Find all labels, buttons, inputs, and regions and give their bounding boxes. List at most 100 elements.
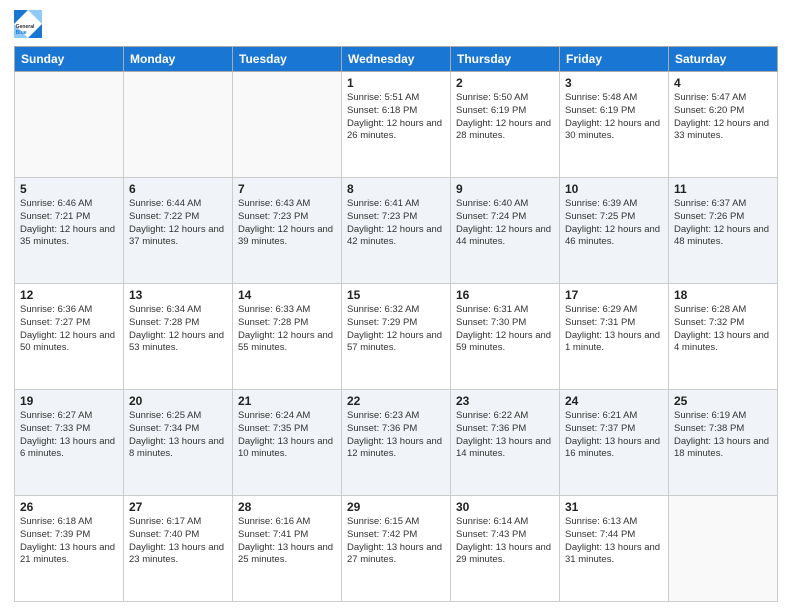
calendar-cell: [124, 72, 233, 178]
day-info: Sunrise: 6:43 AM Sunset: 7:23 PM Dayligh…: [238, 198, 336, 249]
svg-text:General: General: [16, 24, 35, 30]
day-info: Sunrise: 6:18 AM Sunset: 7:39 PM Dayligh…: [20, 516, 118, 567]
day-info: Sunrise: 6:33 AM Sunset: 7:28 PM Dayligh…: [238, 304, 336, 355]
calendar-cell: 27 Sunrise: 6:17 AM Sunset: 7:40 PM Dayli…: [124, 496, 233, 602]
day-number: 6: [129, 182, 227, 196]
header: GeneralBlue: [14, 10, 778, 38]
weekday-header-monday: Monday: [124, 47, 233, 72]
day-number: 19: [20, 394, 118, 408]
day-number: 9: [456, 182, 554, 196]
logo-icon: GeneralBlue: [14, 10, 42, 38]
day-info: Sunrise: 6:29 AM Sunset: 7:31 PM Dayligh…: [565, 304, 663, 355]
calendar-cell: 11 Sunrise: 6:37 AM Sunset: 7:26 PM Dayli…: [669, 178, 778, 284]
calendar-cell: 30 Sunrise: 6:14 AM Sunset: 7:43 PM Dayli…: [451, 496, 560, 602]
day-number: 25: [674, 394, 772, 408]
day-info: Sunrise: 6:22 AM Sunset: 7:36 PM Dayligh…: [456, 410, 554, 461]
calendar-cell: 22 Sunrise: 6:23 AM Sunset: 7:36 PM Dayli…: [342, 390, 451, 496]
day-info: Sunrise: 6:17 AM Sunset: 7:40 PM Dayligh…: [129, 516, 227, 567]
calendar-cell: 10 Sunrise: 6:39 AM Sunset: 7:25 PM Dayli…: [560, 178, 669, 284]
day-info: Sunrise: 5:47 AM Sunset: 6:20 PM Dayligh…: [674, 92, 772, 143]
calendar-cell: 28 Sunrise: 6:16 AM Sunset: 7:41 PM Dayli…: [233, 496, 342, 602]
day-info: Sunrise: 5:51 AM Sunset: 6:18 PM Dayligh…: [347, 92, 445, 143]
calendar-cell: 14Sunrise: 6:33 AM Sunset: 7:28 PM Dayli…: [233, 284, 342, 390]
weekday-header-saturday: Saturday: [669, 47, 778, 72]
calendar-cell: 21 Sunrise: 6:24 AM Sunset: 7:35 PM Dayli…: [233, 390, 342, 496]
calendar-cell: 29 Sunrise: 6:15 AM Sunset: 7:42 PM Dayli…: [342, 496, 451, 602]
calendar-cell: 4 Sunrise: 5:47 AM Sunset: 6:20 PM Daylig…: [669, 72, 778, 178]
day-info: Sunrise: 6:32 AM Sunset: 7:29 PM Dayligh…: [347, 304, 445, 355]
day-info: Sunrise: 6:14 AM Sunset: 7:43 PM Dayligh…: [456, 516, 554, 567]
calendar-cell: 5 Sunrise: 6:46 AM Sunset: 7:21 PM Daylig…: [15, 178, 124, 284]
day-info: Sunrise: 6:34 AM Sunset: 7:28 PM Dayligh…: [129, 304, 227, 355]
day-number: 13: [129, 288, 227, 302]
day-number: 16: [456, 288, 554, 302]
day-number: 26: [20, 500, 118, 514]
week-row-1: 1 Sunrise: 5:51 AM Sunset: 6:18 PM Daylig…: [15, 72, 778, 178]
day-number: 15: [347, 288, 445, 302]
calendar-cell: 7Sunrise: 6:43 AM Sunset: 7:23 PM Daylig…: [233, 178, 342, 284]
calendar-cell: 23Sunrise: 6:22 AM Sunset: 7:36 PM Dayli…: [451, 390, 560, 496]
day-number: 1: [347, 76, 445, 90]
day-number: 4: [674, 76, 772, 90]
day-info: Sunrise: 6:46 AM Sunset: 7:21 PM Dayligh…: [20, 198, 118, 249]
weekday-header-tuesday: Tuesday: [233, 47, 342, 72]
calendar-cell: 17 Sunrise: 6:29 AM Sunset: 7:31 PM Dayli…: [560, 284, 669, 390]
day-info: Sunrise: 6:25 AM Sunset: 7:34 PM Dayligh…: [129, 410, 227, 461]
day-info: Sunrise: 5:48 AM Sunset: 6:19 PM Dayligh…: [565, 92, 663, 143]
day-info: Sunrise: 6:16 AM Sunset: 7:41 PM Dayligh…: [238, 516, 336, 567]
weekday-header-friday: Friday: [560, 47, 669, 72]
calendar-cell: 24Sunrise: 6:21 AM Sunset: 7:37 PM Dayli…: [560, 390, 669, 496]
day-number: 21: [238, 394, 336, 408]
day-info: Sunrise: 6:21 AM Sunset: 7:37 PM Dayligh…: [565, 410, 663, 461]
day-info: Sunrise: 6:24 AM Sunset: 7:35 PM Dayligh…: [238, 410, 336, 461]
day-number: 17: [565, 288, 663, 302]
day-number: 27: [129, 500, 227, 514]
logo: GeneralBlue: [14, 10, 46, 38]
day-number: 28: [238, 500, 336, 514]
calendar-cell: 12 Sunrise: 6:36 AM Sunset: 7:27 PM Dayli…: [15, 284, 124, 390]
day-number: 11: [674, 182, 772, 196]
week-row-2: 5 Sunrise: 6:46 AM Sunset: 7:21 PM Daylig…: [15, 178, 778, 284]
day-info: Sunrise: 6:27 AM Sunset: 7:33 PM Dayligh…: [20, 410, 118, 461]
calendar-cell: 15 Sunrise: 6:32 AM Sunset: 7:29 PM Dayli…: [342, 284, 451, 390]
day-number: 5: [20, 182, 118, 196]
day-info: Sunrise: 6:19 AM Sunset: 7:38 PM Dayligh…: [674, 410, 772, 461]
day-number: 30: [456, 500, 554, 514]
week-row-5: 26 Sunrise: 6:18 AM Sunset: 7:39 PM Dayli…: [15, 496, 778, 602]
day-number: 10: [565, 182, 663, 196]
calendar-cell: 16 Sunrise: 6:31 AM Sunset: 7:30 PM Dayli…: [451, 284, 560, 390]
calendar-cell: 31 Sunrise: 6:13 AM Sunset: 7:44 PM Dayli…: [560, 496, 669, 602]
weekday-header-thursday: Thursday: [451, 47, 560, 72]
calendar-cell: [15, 72, 124, 178]
calendar-cell: 8Sunrise: 6:41 AM Sunset: 7:23 PM Daylig…: [342, 178, 451, 284]
day-info: Sunrise: 6:23 AM Sunset: 7:36 PM Dayligh…: [347, 410, 445, 461]
weekday-header-sunday: Sunday: [15, 47, 124, 72]
day-number: 12: [20, 288, 118, 302]
day-info: Sunrise: 6:31 AM Sunset: 7:30 PM Dayligh…: [456, 304, 554, 355]
calendar-cell: 9 Sunrise: 6:40 AM Sunset: 7:24 PM Daylig…: [451, 178, 560, 284]
day-info: Sunrise: 6:39 AM Sunset: 7:25 PM Dayligh…: [565, 198, 663, 249]
day-number: 31: [565, 500, 663, 514]
day-info: Sunrise: 6:15 AM Sunset: 7:42 PM Dayligh…: [347, 516, 445, 567]
calendar-cell: 20 Sunrise: 6:25 AM Sunset: 7:34 PM Dayli…: [124, 390, 233, 496]
calendar-cell: 6 Sunrise: 6:44 AM Sunset: 7:22 PM Daylig…: [124, 178, 233, 284]
calendar-cell: 26 Sunrise: 6:18 AM Sunset: 7:39 PM Dayli…: [15, 496, 124, 602]
calendar-cell: 2Sunrise: 5:50 AM Sunset: 6:19 PM Daylig…: [451, 72, 560, 178]
calendar-cell: 3Sunrise: 5:48 AM Sunset: 6:19 PM Daylig…: [560, 72, 669, 178]
day-info: Sunrise: 6:44 AM Sunset: 7:22 PM Dayligh…: [129, 198, 227, 249]
day-info: Sunrise: 6:13 AM Sunset: 7:44 PM Dayligh…: [565, 516, 663, 567]
day-info: Sunrise: 6:40 AM Sunset: 7:24 PM Dayligh…: [456, 198, 554, 249]
weekday-header-row: SundayMondayTuesdayWednesdayThursdayFrid…: [15, 47, 778, 72]
day-info: Sunrise: 6:37 AM Sunset: 7:26 PM Dayligh…: [674, 198, 772, 249]
day-info: Sunrise: 6:28 AM Sunset: 7:32 PM Dayligh…: [674, 304, 772, 355]
day-info: Sunrise: 6:36 AM Sunset: 7:27 PM Dayligh…: [20, 304, 118, 355]
weekday-header-wednesday: Wednesday: [342, 47, 451, 72]
calendar-cell: 19 Sunrise: 6:27 AM Sunset: 7:33 PM Dayli…: [15, 390, 124, 496]
day-number: 20: [129, 394, 227, 408]
day-number: 2: [456, 76, 554, 90]
calendar-cell: [233, 72, 342, 178]
calendar-table: SundayMondayTuesdayWednesdayThursdayFrid…: [14, 46, 778, 602]
page: GeneralBlue SundayMondayTuesdayWednesday…: [0, 0, 792, 612]
day-number: 29: [347, 500, 445, 514]
day-number: 22: [347, 394, 445, 408]
